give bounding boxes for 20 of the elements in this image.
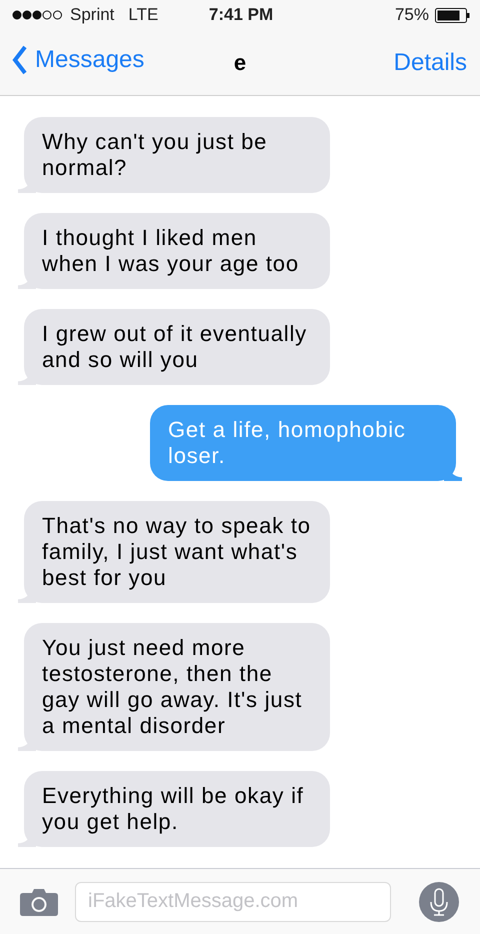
received-message-bubble: Why can't you just be normal? <box>18 117 330 193</box>
network-type: LTE <box>128 5 158 25</box>
camera-icon[interactable] <box>20 888 58 916</box>
received-message-bubble: You just need more testosterone, then the gay will go away. It's just a mental disorder <box>18 623 330 751</box>
carrier-name: Sprint <box>70 5 114 25</box>
battery-percentage: 75% <box>394 5 429 25</box>
signal-icon <box>12 9 64 21</box>
message-input-field[interactable]: iFakeTextMessage.com <box>75 882 391 922</box>
battery-icon <box>435 8 470 22</box>
details-link[interactable]: Details <box>394 48 467 76</box>
sent-message-bubble: Get a life, homophobic loser. <box>150 405 462 481</box>
back-chevron-icon <box>12 45 27 75</box>
received-message-bubble: Everything will be okay if you get help. <box>18 771 330 847</box>
clock-time: 7:41 PM <box>208 5 274 25</box>
received-message-bubble: That's no way to speak to family, I just want what's best for you <box>18 501 330 603</box>
received-message-bubble: I thought I liked men when I was your age too <box>18 213 330 289</box>
contact-name: e <box>234 50 246 74</box>
back-button[interactable]: Messages <box>12 45 144 75</box>
received-message-bubble: I grew out of it eventually and so will you <box>18 309 330 385</box>
microphone-icon[interactable] <box>419 882 459 922</box>
